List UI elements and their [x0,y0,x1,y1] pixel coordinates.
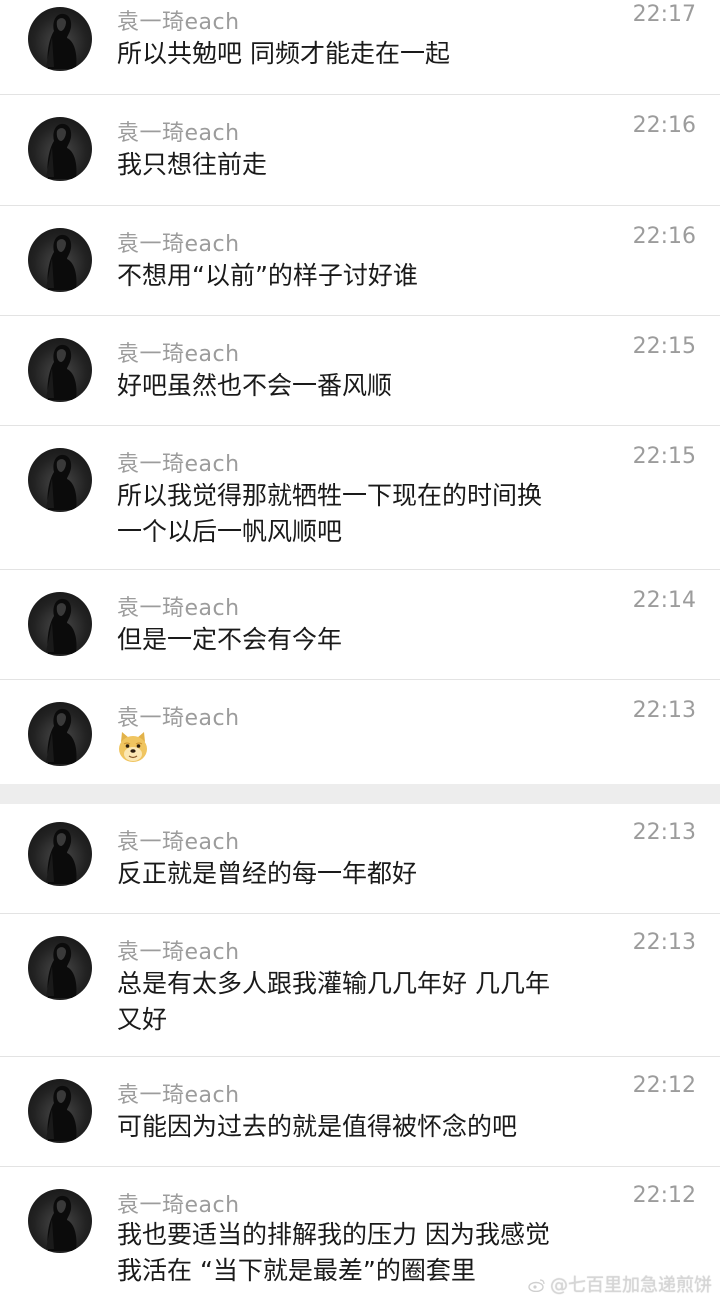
message-time: 22:16 [632,224,696,249]
message-time: 22:17 [632,2,696,27]
avatar[interactable] [28,822,92,886]
doge-emoji-icon [116,730,150,764]
avatar[interactable] [28,1079,92,1143]
avatar[interactable] [28,702,92,766]
sender-name: 袁一琦each [117,10,240,35]
message-row[interactable]: 袁一琦each 22:13 反正就是曾经的每一年都好 [0,804,720,914]
weibo-icon [528,1276,546,1293]
avatar[interactable] [28,7,92,71]
sender-name: 袁一琦each [117,121,240,146]
avatar[interactable] [28,228,92,292]
message-text: 但是一定不会有今年 [117,625,343,654]
message-row[interactable]: 袁一琦each 22:17 所以共勉吧 同频才能走在一起 [0,0,720,95]
watermark: @七百里加急递煎饼 [528,1271,712,1297]
sender-name: 袁一琦each [117,1193,240,1218]
avatar[interactable] [28,936,92,1000]
watermark-text: @七百里加急递煎饼 [550,1275,712,1296]
message-text: 总是有太多人跟我灌输几几年好 几几年 又好 [117,969,550,1034]
message-row[interactable]: 袁一琦each 22:15 所以我觉得那就牺牲一下现在的时间换 一个以后一帆风顺… [0,426,720,570]
message-time: 22:12 [632,1183,696,1208]
message-time: 22:12 [632,1073,696,1098]
message-time: 22:16 [632,113,696,138]
message-time: 22:13 [632,820,696,845]
message-text: 反正就是曾经的每一年都好 [117,859,418,888]
section-separator [0,784,720,804]
sender-name: 袁一琦each [117,1083,240,1108]
message-row[interactable]: 袁一琦each 22:16 不想用“以前”的样子讨好谁 [0,206,720,316]
message-time: 22:13 [632,698,696,723]
message-row[interactable]: 袁一琦each 22:16 我只想往前走 [0,95,720,206]
avatar[interactable] [28,338,92,402]
message-text: 好吧虽然也不会一番风顺 [117,371,393,400]
message-row[interactable]: 袁一琦each 22:13 总是有太多人跟我灌输几几年好 几几年 又好 [0,914,720,1057]
message-row[interactable]: 袁一琦each 22:14 但是一定不会有今年 [0,570,720,680]
sender-name: 袁一琦each [117,706,240,731]
message-time: 22:15 [632,334,696,359]
message-text: 我只想往前走 [117,150,268,179]
message-time: 22:13 [632,930,696,955]
message-text: 所以我觉得那就牺牲一下现在的时间换 一个以后一帆风顺吧 [117,481,543,546]
avatar[interactable] [28,117,92,181]
message-row[interactable]: 袁一琦each 22:15 好吧虽然也不会一番风顺 [0,316,720,426]
avatar[interactable] [28,592,92,656]
sender-name: 袁一琦each [117,232,240,257]
message-row[interactable]: 袁一琦each 22:12 可能因为过去的就是值得被怀念的吧 [0,1057,720,1167]
message-text: 可能因为过去的就是值得被怀念的吧 [117,1112,518,1141]
avatar[interactable] [28,1189,92,1253]
avatar[interactable] [28,448,92,512]
message-text: 所以共勉吧 同频才能走在一起 [117,39,450,68]
message-time: 22:15 [632,444,696,469]
message-text: 不想用“以前”的样子讨好谁 [117,261,418,290]
sender-name: 袁一琦each [117,940,240,965]
sender-name: 袁一琦each [117,830,240,855]
sender-name: 袁一琦each [117,596,240,621]
message-time: 22:14 [632,588,696,613]
message-row[interactable]: 袁一琦each 22:13 [0,680,720,784]
sender-name: 袁一琦each [117,452,240,477]
sender-name: 袁一琦each [117,342,240,367]
